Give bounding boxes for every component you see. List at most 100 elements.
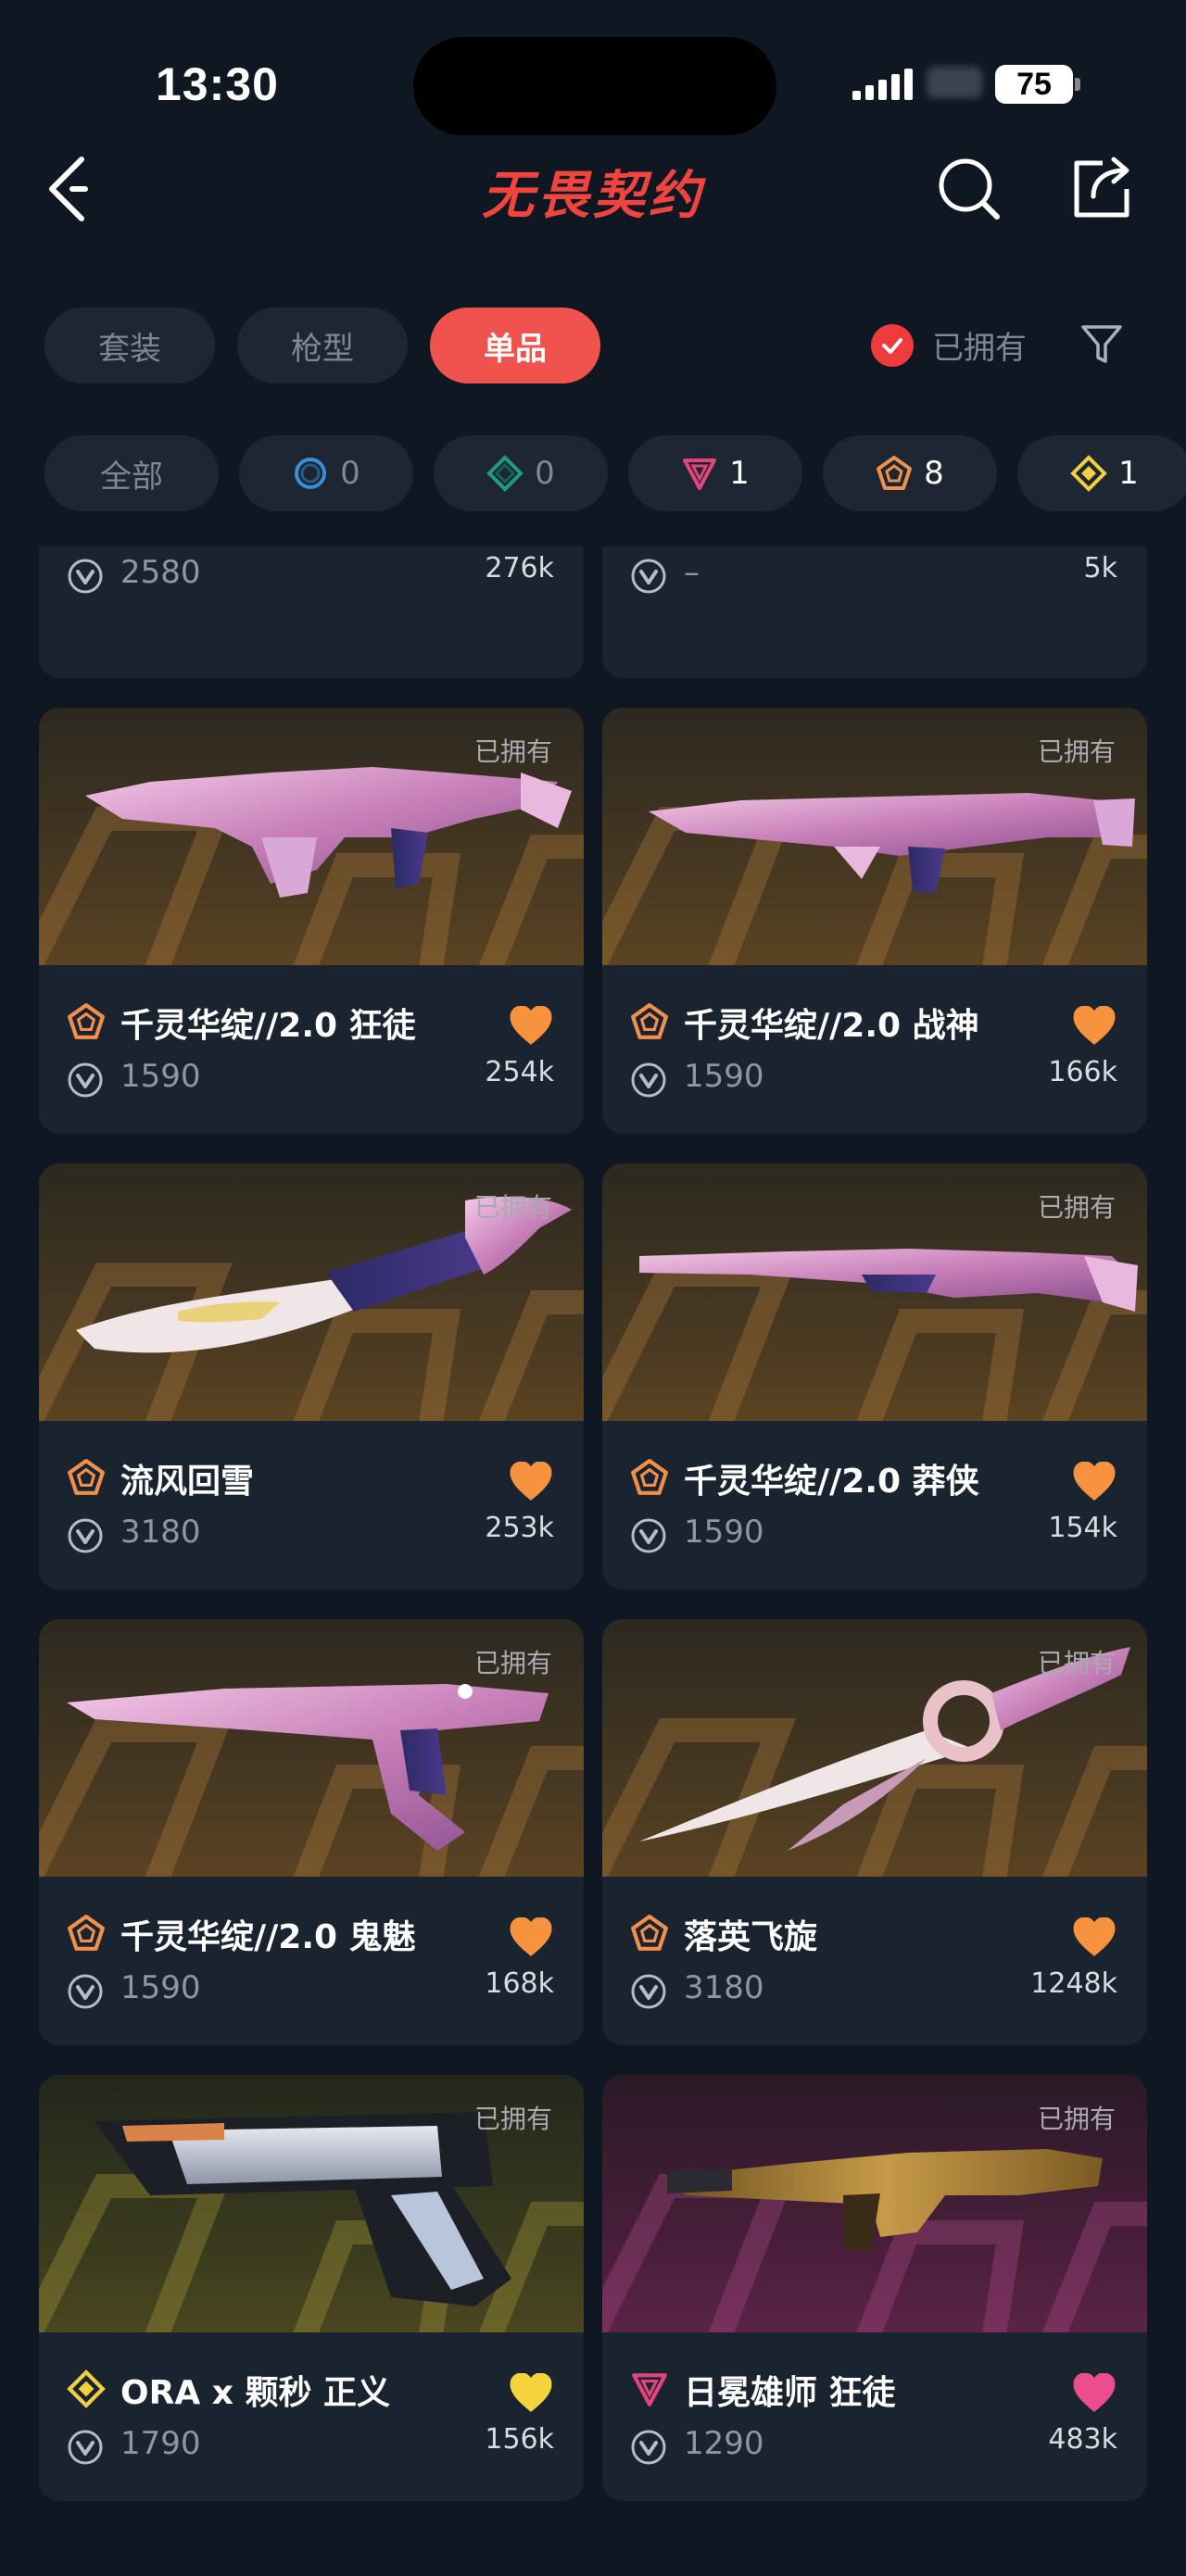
item-name: 千灵华绽//2.0 莽侠 (684, 1463, 979, 1501)
item-like-count: 154k (1048, 1512, 1117, 1544)
item-price: 1790 (120, 2425, 201, 2462)
valorant-points-icon (68, 1974, 103, 2009)
tier-deluxe[interactable]: 0 (434, 435, 608, 511)
item-like-count: 168k (485, 1967, 554, 2000)
owned-filter-label: 已拥有 (932, 330, 1027, 367)
item-card[interactable]: 已拥有 流风回雪 3180 253k (39, 1163, 584, 1590)
heart-icon[interactable] (1073, 1917, 1116, 1956)
exclusive-tier-icon (631, 1915, 668, 1951)
share-icon[interactable] (1066, 154, 1136, 224)
cellular-signal-icon (852, 67, 913, 100)
item-thumbnail: 已拥有 (39, 1163, 584, 1421)
tier-premium[interactable]: 1 (628, 435, 802, 511)
deluxe-tier-icon (486, 455, 524, 492)
item-price: 3180 (684, 1969, 764, 2006)
tier-count: 0 (535, 455, 555, 492)
item-info: 落英飞旋 3180 1248k (602, 1877, 1147, 2045)
owned-tag: 已拥有 (1037, 736, 1116, 767)
item-thumbnail: 已拥有 (602, 708, 1147, 965)
owned-filter-toggle[interactable]: 已拥有 (871, 322, 1027, 368)
item-card[interactable]: 已拥有 千灵华绽//2.0 鬼魅 1590 168k (39, 1619, 584, 2045)
battery-tip (1075, 78, 1080, 91)
item-name: 千灵华绽//2.0 鬼魅 (120, 1918, 416, 1956)
page-title: 无畏契约 (482, 166, 704, 226)
item-price: 3180 (120, 1514, 201, 1551)
tier-count: 1 (729, 455, 750, 492)
tier-select[interactable]: 0 (239, 435, 413, 511)
tier-ultra[interactable]: 1 (1017, 435, 1186, 511)
item-like-count: 254k (485, 1056, 554, 1088)
item-info: 流风回雪 3180 253k (39, 1421, 584, 1590)
item-card[interactable]: 已拥有 千灵华绽//2.0 狂徒 1590 254k (39, 708, 584, 1134)
category-tabs: 套装 枪型 单品 (44, 308, 600, 383)
owned-tag: 已拥有 (473, 736, 552, 767)
valorant-points-icon (631, 1518, 666, 1553)
exclusive-tier-icon (631, 1459, 668, 1495)
valorant-points-icon (68, 2430, 103, 2465)
heart-icon[interactable] (510, 2373, 552, 2412)
item-info: ORA x 颗秒 正义 1790 156k (39, 2332, 584, 2501)
ultra-tier-icon (67, 2369, 106, 2408)
item-price: 1590 (684, 1514, 764, 1551)
item-info: 千灵华绽//2.0 鬼魅 1590 168k (39, 1877, 584, 2045)
item-grid-viewport: 穿花蝴蝶 2580 276k 碎心裂刃 – 5k (0, 547, 1186, 2576)
item-info: 日冕雄师 狂徒 1290 483k (602, 2332, 1147, 2501)
item-like-count: 253k (485, 1512, 554, 1544)
item-name: 千灵华绽//2.0 战神 (684, 1007, 979, 1045)
ultra-tier-icon (1070, 455, 1108, 492)
item-card[interactable]: 已拥有 千灵华绽//2.0 战神 1590 166k (602, 708, 1147, 1134)
checkmark-icon (871, 323, 914, 367)
valorant-points-icon (68, 1518, 103, 1553)
item-like-count: 5k (1083, 552, 1117, 584)
heart-icon[interactable] (510, 1462, 552, 1501)
item-like-count: 156k (485, 2423, 554, 2456)
premium-tier-icon (632, 2373, 667, 2406)
premium-tier-icon (683, 459, 717, 490)
item-card[interactable]: 已拥有 日冕雄师 狂徒 1290 483k (602, 2075, 1147, 2501)
heart-icon[interactable] (1073, 1462, 1116, 1501)
item-card[interactable]: 已拥有 落英飞旋 3180 1248k (602, 1619, 1147, 2045)
owned-tag: 已拥有 (1037, 1192, 1116, 1223)
item-like-count: 483k (1048, 2423, 1117, 2456)
heart-icon[interactable] (1073, 1006, 1116, 1045)
item-card[interactable]: 已拥有 千灵华绽//2.0 莽侠 1590 154k (602, 1163, 1147, 1590)
heart-icon[interactable] (510, 1006, 552, 1045)
heart-icon[interactable] (510, 1917, 552, 1956)
tier-all[interactable]: 全部 (44, 435, 219, 511)
item-price: 1590 (120, 1969, 201, 2006)
item-like-count: 166k (1048, 1056, 1117, 1088)
item-card[interactable]: 穿花蝴蝶 2580 276k (39, 547, 584, 678)
exclusive-tier-icon (68, 1915, 105, 1951)
owned-tag: 已拥有 (473, 1648, 552, 1678)
filter-funnel-icon[interactable] (1079, 320, 1125, 367)
item-price: 1290 (684, 2425, 764, 2462)
item-card[interactable]: 碎心裂刃 – 5k (602, 547, 1147, 678)
item-name: 日冕雄师 狂徒 (684, 2374, 896, 2412)
valorant-points-icon (631, 559, 666, 594)
item-info: 千灵华绽//2.0 狂徒 1590 254k (39, 965, 584, 1134)
heart-icon[interactable] (1073, 2373, 1116, 2412)
owned-tag: 已拥有 (1037, 1648, 1116, 1678)
item-price: 2580 (120, 554, 201, 591)
item-card[interactable]: 已拥有 ORA x 颗秒 正义 1790 156k (39, 2075, 584, 2501)
tab-weapon-type[interactable]: 枪型 (237, 308, 408, 383)
item-thumbnail: 已拥有 (39, 2075, 584, 2332)
search-icon[interactable] (934, 154, 1004, 224)
item-info: 穿花蝴蝶 2580 276k (39, 547, 584, 678)
tier-all-label: 全部 (100, 458, 163, 496)
select-tier-icon (295, 458, 327, 489)
tab-set[interactable]: 套装 (44, 308, 215, 383)
exclusive-tier-icon (68, 1003, 105, 1039)
exclusive-tier-icon (631, 1003, 668, 1039)
valorant-points-icon (68, 559, 103, 594)
exclusive-tier-icon (877, 456, 913, 490)
owned-tag: 已拥有 (1037, 2104, 1116, 2134)
owned-tag: 已拥有 (473, 1192, 552, 1223)
item-thumbnail: 已拥有 (602, 1163, 1147, 1421)
battery-indicator: 75 (995, 65, 1073, 104)
tier-exclusive[interactable]: 8 (823, 435, 997, 511)
tier-count: 1 (1118, 455, 1139, 492)
tab-single-item[interactable]: 单品 (430, 308, 600, 383)
item-info: 碎心裂刃 – 5k (602, 547, 1147, 678)
status-bar: 13:30 75 (0, 0, 1186, 139)
